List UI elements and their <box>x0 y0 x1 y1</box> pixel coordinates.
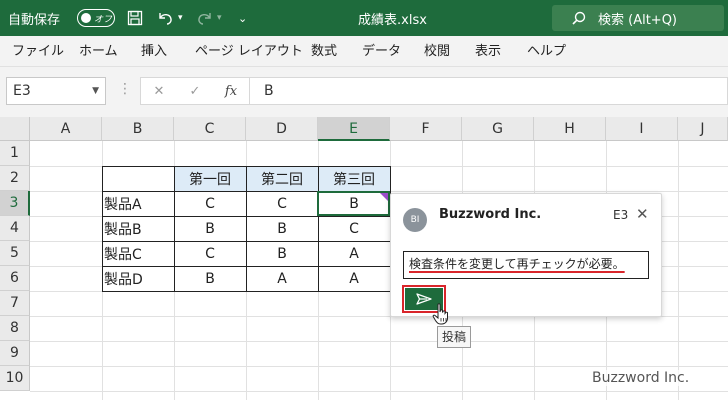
post-tooltip: 投稿 <box>437 326 471 348</box>
table-border <box>102 166 103 292</box>
comment-author: Buzzword Inc. <box>439 207 542 222</box>
row-header-10[interactable]: 10 <box>0 366 30 391</box>
row-header-2[interactable]: 2 <box>0 166 30 191</box>
table-border <box>246 166 247 292</box>
splitter-handle[interactable]: ⋮ <box>118 81 132 97</box>
tab-data[interactable]: データ <box>362 36 401 67</box>
tab-view[interactable]: 表示 <box>475 36 501 67</box>
gridline <box>30 366 728 367</box>
header-cell-c2[interactable]: 第一回 <box>174 166 246 191</box>
cell-d5[interactable]: B <box>246 241 318 266</box>
table-border <box>318 166 319 292</box>
cell-b4[interactable]: 製品B <box>102 216 174 241</box>
formula-bar: E3 ▼ ⋮ ✕ ✓ fx B <box>0 67 728 117</box>
comment-card: BI Buzzword Inc. E3 ✕ 検査条件を変更して再チェックが必要。 <box>390 193 662 317</box>
cell-e4[interactable]: C <box>318 216 390 241</box>
gridline <box>30 341 728 342</box>
undo-icon[interactable] <box>156 0 174 36</box>
toggle-knob <box>81 13 91 23</box>
gridline <box>678 141 679 400</box>
cancel-icon: ✕ <box>153 83 165 99</box>
row-header-8[interactable]: 8 <box>0 316 30 341</box>
avatar: BI <box>403 208 427 232</box>
cell-b5[interactable]: 製品C <box>102 241 174 266</box>
header-cell-d2[interactable]: 第二回 <box>246 166 318 191</box>
row-header-6[interactable]: 6 <box>0 266 30 291</box>
column-header-i[interactable]: I <box>606 117 678 141</box>
cell-b6[interactable]: 製品D <box>102 266 174 291</box>
tab-help[interactable]: ヘルプ <box>527 36 566 67</box>
watermark: Buzzword Inc. <box>592 370 690 386</box>
formula-input[interactable]: B <box>250 77 728 105</box>
row-header-1[interactable]: 1 <box>0 141 30 166</box>
search-icon <box>572 11 586 25</box>
tab-file[interactable]: ファイル <box>12 36 64 67</box>
comment-draft-text: 検査条件を変更して再チェックが必要。 <box>409 257 625 271</box>
title-bar: 自動保存 オフ ▾ ▾ ⌄ 成績表.xlsx 検索 (Alt+Q) <box>0 0 728 36</box>
name-box-value: E3 <box>13 83 31 99</box>
column-header-a[interactable]: A <box>30 117 102 141</box>
search-box[interactable]: 検索 (Alt+Q) <box>552 5 724 31</box>
cell-c6[interactable]: B <box>174 266 246 291</box>
comment-cell-ref: E3 <box>613 208 629 222</box>
tab-review[interactable]: 校閲 <box>424 36 450 67</box>
column-header-f[interactable]: F <box>390 117 462 141</box>
autosave-state: オフ <box>94 14 113 25</box>
close-icon[interactable]: ✕ <box>636 205 649 223</box>
search-placeholder: 検索 (Alt+Q) <box>598 12 678 28</box>
chevron-down-icon: ▼ <box>92 86 99 96</box>
column-header-d[interactable]: D <box>246 117 318 141</box>
cell-d6[interactable]: A <box>246 266 318 291</box>
row-header-4[interactable]: 4 <box>0 216 30 241</box>
autosave-toggle[interactable]: オフ <box>77 9 115 27</box>
tab-insert[interactable]: 挿入 <box>141 36 167 67</box>
tab-home[interactable]: ホーム <box>79 36 118 67</box>
name-box[interactable]: E3 ▼ <box>6 77 106 105</box>
insert-function-icon[interactable]: fx <box>213 84 249 99</box>
column-header-j[interactable]: J <box>678 117 728 141</box>
row-header-9[interactable]: 9 <box>0 341 30 366</box>
redo-dropdown-icon: ▾ <box>217 13 222 23</box>
column-header-h[interactable]: H <box>534 117 606 141</box>
save-icon[interactable] <box>127 0 143 36</box>
autosave-label: 自動保存 <box>8 12 61 28</box>
cell-e5[interactable]: A <box>318 241 390 266</box>
tab-page-layout[interactable]: ページ レイアウト <box>195 36 303 67</box>
header-cell-e2[interactable]: 第三回 <box>318 166 390 191</box>
tab-formulas[interactable]: 数式 <box>311 36 337 67</box>
row-header-3[interactable]: 3 <box>0 191 30 216</box>
column-header-g[interactable]: G <box>462 117 534 141</box>
confirm-icon: ✓ <box>189 83 201 99</box>
cell-c4[interactable]: B <box>174 216 246 241</box>
send-icon <box>416 293 432 305</box>
column-header-e[interactable]: E <box>318 117 390 141</box>
select-all-corner[interactable] <box>0 117 30 141</box>
cell-c5[interactable]: C <box>174 241 246 266</box>
cell-d3[interactable]: C <box>246 191 318 216</box>
cell-d4[interactable]: B <box>246 216 318 241</box>
redo-icon <box>196 0 214 36</box>
cell-b3[interactable]: 製品A <box>102 191 174 216</box>
table-border <box>174 166 175 292</box>
formula-actions: ✕ ✓ fx <box>140 77 250 105</box>
row-header-5[interactable]: 5 <box>0 241 30 266</box>
row-header-7[interactable]: 7 <box>0 291 30 316</box>
column-header-c[interactable]: C <box>174 117 246 141</box>
customize-toolbar-icon[interactable]: ⌄ <box>238 0 247 36</box>
ribbon-tabs: ファイル ホーム 挿入 ページ レイアウト 数式 データ 校閲 表示 ヘルプ <box>0 36 728 67</box>
comment-indicator-icon[interactable] <box>380 193 388 201</box>
document-title: 成績表.xlsx <box>358 12 427 28</box>
cell-e6[interactable]: A <box>318 266 390 291</box>
undo-dropdown-icon[interactable]: ▾ <box>178 0 183 36</box>
column-header-b[interactable]: B <box>102 117 174 141</box>
cell-c3[interactable]: C <box>174 191 246 216</box>
gridline <box>30 391 728 392</box>
comment-input[interactable]: 検査条件を変更して再チェックが必要。 <box>403 251 649 279</box>
